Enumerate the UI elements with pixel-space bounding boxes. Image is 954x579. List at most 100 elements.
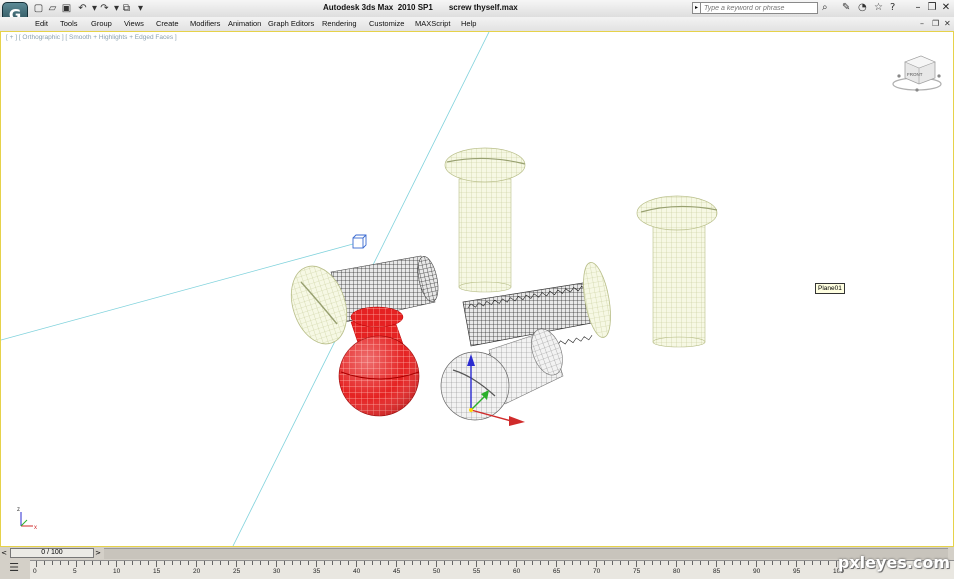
ruler-tick — [500, 561, 501, 565]
track-bar-ruler[interactable]: 0 5 10 15 20 25 30 35 40 45 50 55 60 65 70 75 80 85 90 95 10… — [30, 560, 954, 579]
app-title: Autodesk 3ds Max 2010 SP1 — [323, 3, 433, 12]
menu-help[interactable]: Help — [461, 18, 476, 29]
ruler-tick — [700, 561, 701, 565]
mdi-restore-icon[interactable]: ❐ — [932, 19, 939, 29]
menu-animation[interactable]: Animation — [228, 18, 261, 29]
ruler-tick — [564, 561, 565, 565]
ruler-tick — [548, 561, 549, 565]
ruler-tick — [580, 561, 581, 565]
viewport-scene[interactable]: FRONT z x — [1, 32, 953, 546]
menu-tools[interactable]: Tools — [60, 18, 78, 29]
ruler-tick — [716, 561, 717, 567]
ruler-tick — [468, 561, 469, 565]
ruler-tick — [220, 561, 221, 565]
axis-x-label: x — [34, 525, 37, 531]
ruler-tick — [260, 561, 261, 565]
menu-modifiers[interactable]: Modifiers — [190, 18, 220, 29]
ruler-tick — [636, 561, 637, 567]
menu-maxscript[interactable]: MAXScript — [415, 18, 450, 29]
ruler-tick — [508, 561, 509, 565]
curve-editor-icon[interactable]: ☰ — [6, 561, 22, 575]
watermark: pxleyes.com — [837, 553, 950, 572]
ruler-label: 95 — [793, 568, 801, 575]
help-icon[interactable]: ? — [890, 2, 895, 14]
ruler-tick — [676, 561, 677, 567]
restore-icon[interactable]: ❐ — [926, 2, 938, 14]
ruler-tick — [276, 561, 277, 567]
search-expand-arrow[interactable]: ▸ — [692, 2, 700, 14]
menu-customize[interactable]: Customize — [369, 18, 404, 29]
ruler-tick — [604, 561, 605, 565]
time-slider-track[interactable] — [104, 548, 948, 559]
ruler-tick — [268, 561, 269, 565]
close-icon[interactable]: ✕ — [940, 2, 952, 14]
search-box[interactable] — [700, 2, 818, 14]
ruler-tick — [588, 561, 589, 565]
ruler-tick — [388, 561, 389, 565]
ruler-tick — [724, 561, 725, 565]
camera-object-icon[interactable] — [352, 234, 367, 249]
ruler-label: 80 — [673, 568, 681, 575]
ruler-tick — [540, 561, 541, 565]
mdi-minimize-icon[interactable]: – — [920, 19, 924, 29]
ruler-tick — [732, 561, 733, 565]
ruler-tick — [212, 561, 213, 565]
favorites-star-icon[interactable]: ☆ — [874, 2, 883, 14]
ruler-label: 20 — [193, 568, 201, 575]
menu-edit[interactable]: Edit — [35, 18, 48, 29]
menu-rendering[interactable]: Rendering — [322, 18, 357, 29]
ruler-tick — [788, 561, 789, 565]
menu-graph-editors[interactable]: Graph Editors — [268, 18, 314, 29]
new-file-icon[interactable]: ▢ — [32, 2, 45, 15]
search-input[interactable] — [704, 3, 816, 13]
ruler-label: 55 — [473, 568, 481, 575]
ruler-tick — [252, 561, 253, 565]
window-title: Autodesk 3ds Max 2010 SP1 screw thyself.m… — [323, 3, 518, 12]
time-slider-thumb[interactable]: 0 / 100 — [10, 548, 94, 558]
ruler-tick — [596, 561, 597, 567]
ruler-tick — [60, 561, 61, 565]
ruler-label: 5 — [73, 568, 77, 575]
time-slider-next-button[interactable]: > — [94, 548, 102, 558]
ruler-tick — [68, 561, 69, 565]
ruler-tick — [172, 561, 173, 565]
screw-upright-center[interactable] — [444, 147, 526, 293]
ruler-tick — [516, 561, 517, 567]
save-icon[interactable]: ▣ — [60, 2, 73, 15]
ruler-tick — [332, 561, 333, 565]
ruler-tick — [324, 561, 325, 565]
ruler-tick — [620, 561, 621, 565]
ruler-tick — [348, 561, 349, 565]
menu-group[interactable]: Group — [91, 18, 112, 29]
ruler-tick — [44, 561, 45, 565]
ruler-tick — [204, 561, 205, 565]
ruler-tick — [156, 561, 157, 567]
ruler-tick — [76, 561, 77, 567]
screw-upright-right[interactable] — [636, 195, 718, 348]
time-slider-prev-button[interactable]: < — [0, 548, 8, 558]
menu-create[interactable]: Create — [156, 18, 179, 29]
ruler-tick — [196, 561, 197, 567]
ruler-tick — [668, 561, 669, 565]
ruler-tick — [380, 561, 381, 565]
project-folder-icon[interactable]: ⧉ — [120, 2, 133, 15]
screw-red-head[interactable] — [338, 306, 420, 417]
quick-access-dropdown-icon[interactable]: ▾ — [134, 2, 147, 15]
ruler-tick — [828, 561, 829, 565]
ruler-label: 15 — [153, 568, 161, 575]
ruler-tick — [412, 561, 413, 565]
open-file-icon[interactable]: ▱ — [46, 2, 59, 15]
menu-views[interactable]: Views — [124, 18, 144, 29]
viewcube-face-label: FRONT — [907, 72, 923, 77]
ruler-tick — [52, 561, 53, 565]
ruler-tick — [524, 561, 525, 565]
mdi-close-icon[interactable]: ✕ — [944, 19, 951, 29]
ruler-tick — [628, 561, 629, 565]
tools-icon[interactable]: ✎ — [842, 2, 850, 14]
communication-icon[interactable]: ◔ — [858, 2, 867, 14]
viewcube[interactable]: FRONT — [892, 55, 942, 92]
ruler-tick — [812, 561, 813, 565]
perspective-viewport[interactable]: [ + ] [ Orthographic ] [ Smooth + Highli… — [0, 31, 954, 547]
binoculars-icon[interactable]: ⌕ — [822, 2, 828, 14]
minimize-icon[interactable]: – — [912, 2, 924, 14]
